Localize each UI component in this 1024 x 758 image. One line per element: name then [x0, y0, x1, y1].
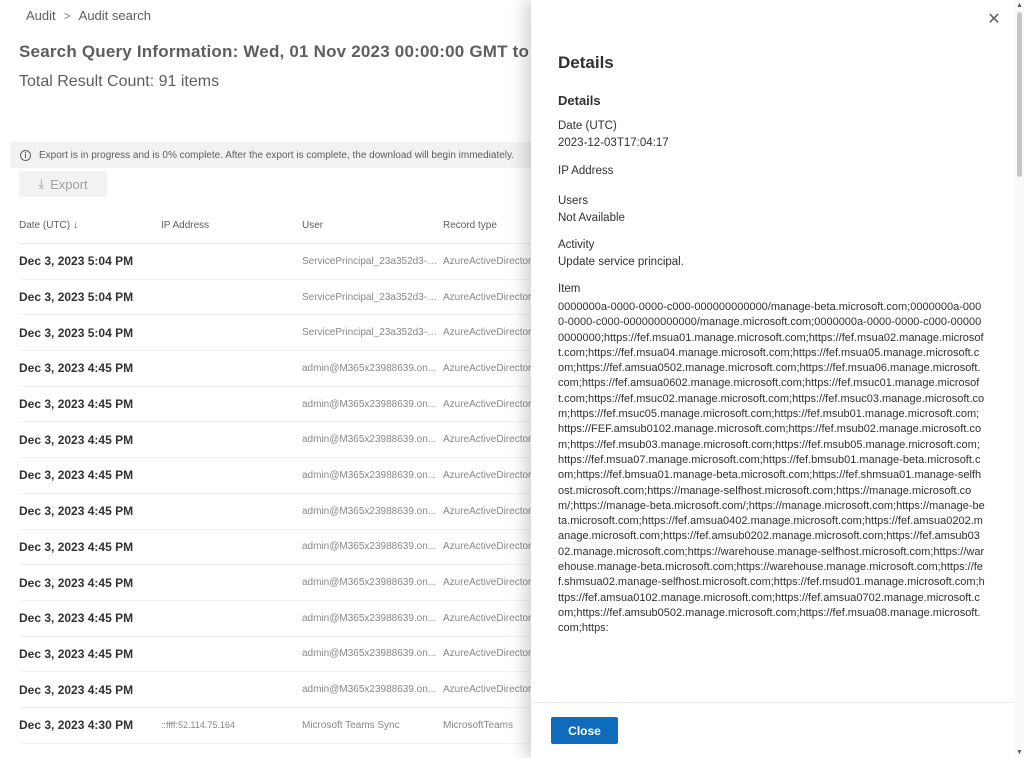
info-icon: i	[20, 149, 31, 161]
cell-date: Dec 3, 2023 4:45 PM	[19, 504, 134, 519]
close-icon[interactable]: ✕	[986, 12, 1002, 28]
header-date[interactable]: Date (UTC) ↓	[19, 220, 161, 231]
item-label: Item	[558, 283, 581, 295]
cell-user: Microsoft Teams Sync	[302, 719, 400, 731]
table-row[interactable]: Dec 3, 2023 5:04 PM ServicePrincipal_23a3…	[19, 315, 539, 352]
cell-user: ServicePrincipal_23a352d3-b...	[302, 291, 441, 303]
scroll-down-arrow-icon[interactable]: ▼	[1016, 749, 1023, 756]
details-section-title: Details	[558, 93, 601, 108]
cell-record-type: MicrosoftTeams	[443, 719, 514, 731]
cell-user: admin@M365x23988639.on...	[302, 684, 437, 696]
cell-user: admin@M365x23988639.on...	[302, 577, 437, 589]
cell-user: admin@M365x23988639.on...	[302, 434, 437, 446]
cell-user: admin@M365x23988639.on...	[302, 469, 437, 481]
header-date-label: Date (UTC)	[19, 220, 71, 231]
table-row[interactable]: Dec 3, 2023 5:04 PM ServicePrincipal_23a3…	[19, 280, 539, 316]
panel-scrollbar[interactable]: ▲ ▼	[1015, 0, 1024, 758]
cell-date: Dec 3, 2023 5:04 PM	[19, 254, 134, 269]
close-button[interactable]: Close	[551, 717, 618, 744]
table-header: Date (UTC) ↓ IP Address User Record type	[19, 208, 539, 244]
cell-record-type: AzureActiveDirector	[443, 505, 532, 517]
date-label: Date (UTC)	[558, 120, 617, 132]
users-value: Not Available	[558, 212, 625, 224]
breadcrumb-audit-link[interactable]: Audit	[26, 8, 56, 23]
header-ip-address[interactable]: IP Address	[161, 220, 302, 231]
cell-record-type: AzureActiveDirector	[443, 684, 532, 696]
item-value: 0000000a-0000-0000-c000-000000000000/man…	[558, 301, 985, 635]
cell-ip-address: ::ffff:52.114.75.164	[161, 720, 235, 731]
export-label: Export	[50, 176, 88, 192]
header-user[interactable]: User	[302, 220, 443, 231]
cell-user: ServicePrincipal_23a352d3-b...	[302, 327, 441, 339]
table-row[interactable]: Dec 3, 2023 4:30 PM::ffff:52.114.75.164 M…	[19, 708, 539, 744]
cell-user: ServicePrincipal_23a352d3-b...	[302, 255, 441, 267]
cell-record-type: AzureActiveDirector	[443, 541, 532, 553]
cell-date: Dec 3, 2023 4:45 PM	[19, 468, 134, 483]
users-label: Users	[558, 195, 589, 207]
cell-date: Dec 3, 2023 4:45 PM	[19, 432, 134, 447]
chevron-right-icon: >	[63, 8, 71, 23]
export-info-bar: i Export is in progress and is 0% comple…	[10, 142, 550, 168]
cell-date: Dec 3, 2023 4:45 PM	[19, 361, 134, 376]
cell-record-type: AzureActiveDirector	[443, 362, 532, 374]
table-row[interactable]: Dec 3, 2023 4:45 PM admin@M365x23988639.o…	[19, 565, 539, 601]
download-icon: ⤓	[38, 176, 45, 191]
cell-date: Dec 3, 2023 4:30 PM	[19, 718, 134, 733]
header-record-type[interactable]: Record type	[443, 220, 539, 231]
activity-value: Update service principal.	[558, 256, 684, 268]
result-count: Total Result Count: 91 items	[19, 73, 220, 90]
table-row[interactable]: Dec 3, 2023 4:45 PM admin@M365x23988639.o…	[19, 672, 539, 708]
date-value: 2023-12-03T17:04:17	[558, 137, 669, 149]
export-button[interactable]: ⤓ Export	[19, 171, 107, 197]
panel-footer: Close	[531, 702, 1015, 758]
table-row[interactable]: Dec 3, 2023 4:45 PM admin@M365x23988639.o…	[19, 530, 539, 566]
scroll-thumb[interactable]	[1017, 12, 1022, 177]
export-info-text: Export is in progress and is 0% complete…	[39, 149, 515, 161]
cell-record-type: AzureActiveDirector	[443, 577, 532, 589]
cell-date: Dec 3, 2023 4:45 PM	[19, 682, 134, 697]
cell-user: admin@M365x23988639.on...	[302, 398, 437, 410]
scroll-up-arrow-icon[interactable]: ▲	[1016, 2, 1023, 9]
sort-down-icon: ↓	[72, 220, 78, 231]
details-panel: Details Details Date (UTC) 2023-12-03T17…	[531, 0, 1024, 758]
cell-user: admin@M365x23988639.on...	[302, 612, 437, 624]
panel-title: Details	[558, 53, 614, 72]
cell-date: Dec 3, 2023 4:45 PM	[19, 646, 134, 661]
breadcrumb-current: Audit search	[78, 8, 151, 23]
search-query-title: Search Query Information: Wed, 01 Nov 20…	[19, 42, 590, 61]
cell-record-type: AzureActiveDirector	[443, 255, 532, 267]
cell-date: Dec 3, 2023 5:04 PM	[19, 290, 134, 305]
cell-record-type: AzureActiveDirector	[443, 612, 532, 624]
table-row[interactable]: Dec 3, 2023 4:45 PM admin@M365x23988639.o…	[19, 637, 539, 673]
details-scroll-area[interactable]: Details Details Date (UTC) 2023-12-03T17…	[531, 0, 1015, 702]
cell-record-type: AzureActiveDirector	[443, 469, 532, 481]
cell-date: Dec 3, 2023 5:04 PM	[19, 325, 134, 340]
ip-address-label: IP Address	[558, 165, 614, 177]
cell-user: admin@M365x23988639.on...	[302, 541, 437, 553]
table-row[interactable]: Dec 3, 2023 4:45 PM admin@M365x23988639.o…	[19, 422, 539, 459]
table-row[interactable]: Dec 3, 2023 4:45 PM admin@M365x23988639.o…	[19, 351, 539, 387]
table-body: Dec 3, 2023 5:04 PM ServicePrincipal_23a3…	[19, 244, 539, 744]
cell-record-type: AzureActiveDirector	[443, 434, 532, 446]
audit-results-table: Date (UTC) ↓ IP Address User Record type…	[19, 208, 539, 744]
breadcrumb: Audit > Audit search	[26, 8, 151, 23]
cell-user: admin@M365x23988639.on...	[302, 362, 437, 374]
cell-user: admin@M365x23988639.on...	[302, 505, 437, 517]
cell-user: admin@M365x23988639.on...	[302, 648, 437, 660]
activity-label: Activity	[558, 239, 595, 251]
cell-record-type: AzureActiveDirector	[443, 291, 532, 303]
table-row[interactable]: Dec 3, 2023 4:45 PM admin@M365x23988639.o…	[19, 458, 539, 494]
table-row[interactable]: Dec 3, 2023 4:45 PM admin@M365x23988639.o…	[19, 601, 539, 637]
table-row[interactable]: Dec 3, 2023 5:04 PM ServicePrincipal_23a3…	[19, 244, 539, 280]
cell-date: Dec 3, 2023 4:45 PM	[19, 611, 134, 626]
cell-date: Dec 3, 2023 4:45 PM	[19, 397, 134, 412]
cell-date: Dec 3, 2023 4:45 PM	[19, 575, 134, 590]
cell-date: Dec 3, 2023 4:45 PM	[19, 539, 134, 554]
cell-record-type: AzureActiveDirector	[443, 648, 532, 660]
cell-record-type: AzureActiveDirector	[443, 327, 532, 339]
table-row[interactable]: Dec 3, 2023 4:45 PM admin@M365x23988639.o…	[19, 387, 539, 423]
cell-record-type: AzureActiveDirector	[443, 398, 532, 410]
table-row[interactable]: Dec 3, 2023 4:45 PM admin@M365x23988639.o…	[19, 494, 539, 530]
